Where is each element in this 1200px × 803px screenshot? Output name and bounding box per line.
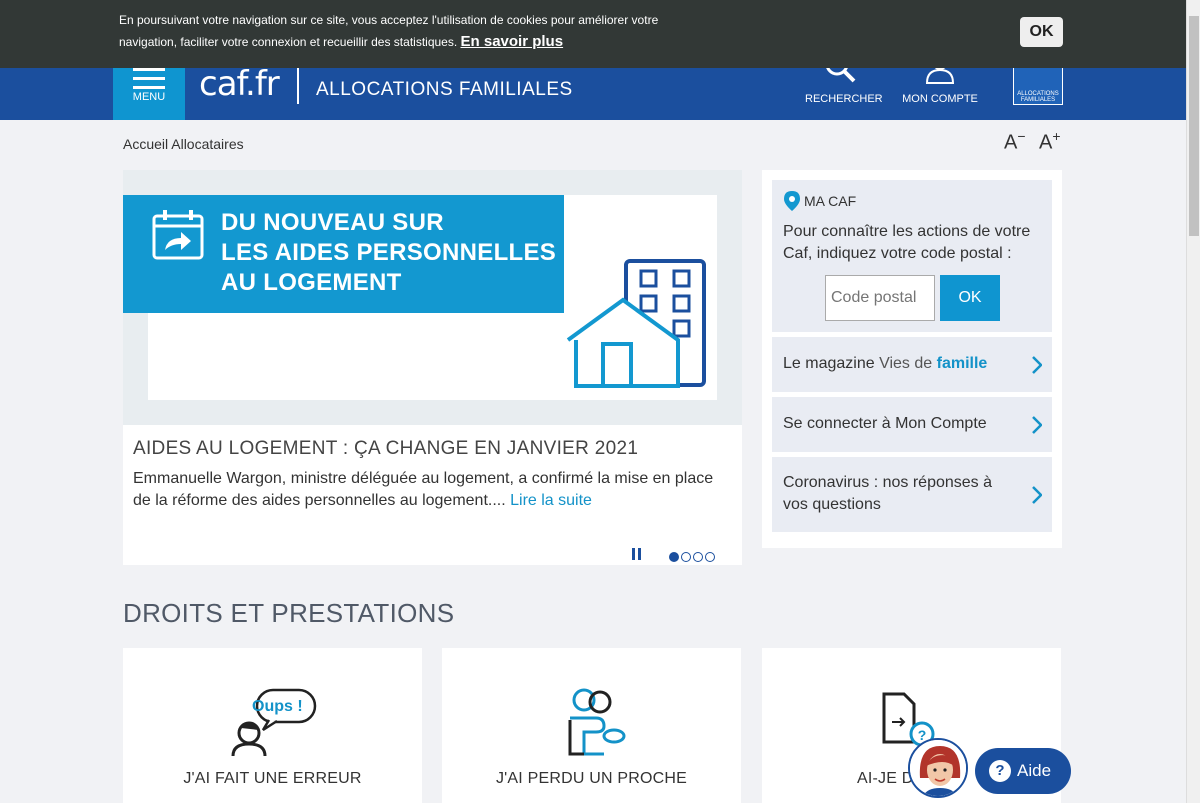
scrollbar-thumb[interactable] (1189, 16, 1199, 236)
read-more-link[interactable]: Lire la suite (510, 492, 592, 509)
font-decrease-button[interactable]: A− (1004, 128, 1026, 155)
ma-caf-title: MA CAF (804, 193, 857, 209)
font-increase-sign: + (1052, 128, 1061, 144)
slide-dot[interactable] (681, 552, 691, 562)
slide-dot[interactable] (705, 552, 715, 562)
site-title: ALLOCATIONS FAMILIALES (316, 79, 573, 100)
right-panel: MA CAF Pour connaître les actions de vot… (762, 170, 1062, 548)
font-increase-button[interactable]: A+ (1039, 128, 1061, 155)
card-label: J'AI FAIT UNE ERREUR (183, 770, 362, 787)
slide-dot[interactable] (693, 552, 703, 562)
breadcrumb[interactable]: Accueil Allocataires (123, 136, 244, 152)
postal-code-ok-button[interactable]: OK (940, 275, 1000, 321)
assistant-avatar[interactable] (908, 738, 968, 798)
magazine-label: Le magazine Vies de famille (783, 353, 987, 375)
card-proche[interactable]: J'AI PERDU UN PROCHE (442, 648, 741, 803)
card-label: J'AI PERDU UN PROCHE (495, 770, 688, 787)
menu-label: MENU (132, 91, 166, 103)
search-label: RECHERCHER (805, 93, 883, 105)
help-button[interactable]: ? Aide (975, 748, 1071, 794)
mon-compte-label: Se connecter à Mon Compte (783, 415, 987, 432)
slide-title[interactable]: AIDES AU LOGEMENT : ÇA CHANGE EN JANVIER… (133, 438, 638, 460)
news-carousel: DU NOUVEAU SUR LES AIDES PERSONNELLES AU… (123, 170, 742, 565)
slide-text: Emmanuelle Wargon, ministre déléguée au … (133, 468, 733, 512)
banner-line: AU LOGEMENT (221, 269, 402, 296)
account-label: MON COMPTE (902, 93, 978, 105)
banner-line: LES AIDES PERSONNELLES (221, 239, 557, 266)
oops-bubble-text: Oups ! (252, 698, 303, 715)
font-decrease-sign: − (1017, 128, 1026, 144)
postal-code-input[interactable] (825, 275, 935, 321)
slide-banner: DU NOUVEAU SUR LES AIDES PERSONNELLES AU… (123, 195, 564, 313)
mon-compte-link[interactable]: Se connecter à Mon Compte (772, 397, 1052, 452)
slide-indicators (669, 549, 717, 567)
scrollbar[interactable] (1186, 0, 1200, 803)
chevron-right-icon (1032, 415, 1042, 434)
slide-image[interactable]: DU NOUVEAU SUR LES AIDES PERSONNELLES AU… (123, 170, 742, 425)
chevron-right-icon (1032, 485, 1042, 504)
location-pin-icon (784, 191, 800, 211)
banner-line: DU NOUVEAU SUR (221, 209, 444, 236)
question-icon: ? (989, 760, 1011, 782)
logo-divider (297, 64, 299, 104)
lost-relative-icon (568, 688, 625, 756)
magazine-vies: Vies de (879, 355, 933, 372)
cookie-learn-more-link[interactable]: En savoir plus (461, 33, 564, 50)
help-label: Aide (1017, 761, 1052, 780)
magazine-famille: famille (936, 355, 988, 372)
cookie-banner: En poursuivant votre navigation sur ce s… (0, 0, 1186, 68)
site-logo[interactable]: caf.fr (199, 64, 280, 104)
magazine-prefix: Le magazine (783, 355, 875, 372)
calendar-arrow-icon (152, 210, 204, 260)
section-title: DROITS ET PRESTATIONS (123, 598, 455, 628)
cookie-ok-button[interactable]: OK (1020, 17, 1063, 47)
cookie-message: En poursuivant votre navigation sur ce s… (119, 9, 689, 53)
ma-caf-description: Pour connaître les actions de votre Caf,… (783, 223, 1031, 262)
cookie-text: En poursuivant votre navigation sur ce s… (119, 13, 659, 49)
slide-banner-text: DU NOUVEAU SUR LES AIDES PERSONNELLES AU… (221, 208, 556, 298)
coronavirus-link[interactable]: Coronavirus : nos réponses à vos questio… (772, 457, 1052, 532)
house-building-icon (566, 259, 706, 388)
pause-icon[interactable] (632, 548, 642, 560)
font-decrease-letter: A (1004, 131, 1018, 154)
slide-dot[interactable] (669, 552, 679, 562)
card-erreur[interactable]: Oups ! J'AI FAIT UNE ERREUR (123, 648, 422, 803)
font-increase-letter: A (1039, 131, 1053, 154)
ma-caf-box: MA CAF Pour connaître les actions de vot… (772, 180, 1052, 332)
slide-summary: Emmanuelle Wargon, ministre déléguée au … (133, 470, 714, 509)
magazine-link[interactable]: Le magazine Vies de famille (772, 337, 1052, 392)
chevron-right-icon (1032, 355, 1042, 374)
coronavirus-label: Coronavirus : nos réponses à vos questio… (783, 474, 992, 513)
